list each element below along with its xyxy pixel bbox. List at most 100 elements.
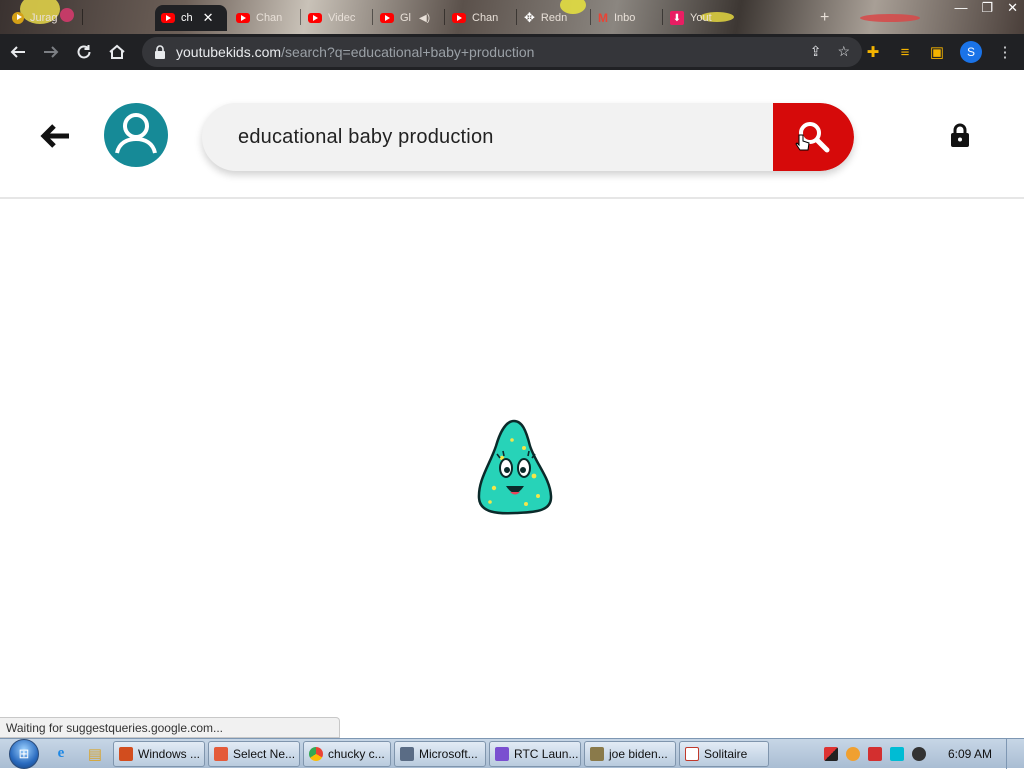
tab-label: Gl (400, 12, 411, 24)
show-desktop-button[interactable] (1006, 739, 1016, 769)
reload-icon[interactable] (69, 37, 99, 67)
tab-1[interactable]: ch ✕ (155, 5, 227, 31)
paint-icon (214, 746, 228, 761)
clock[interactable]: 6:09 AM (948, 747, 992, 761)
move-icon: ✥ (524, 10, 535, 25)
wallpaper-splat (860, 14, 920, 22)
parental-lock-icon[interactable] (950, 123, 970, 147)
tab-label: Yout (690, 12, 712, 24)
tab-separator (444, 9, 445, 25)
ytkids-header: educational baby production (0, 70, 1024, 199)
task-label: Windows ... (138, 746, 201, 761)
restore-icon[interactable]: ❐ (981, 0, 993, 16)
back-arrow-icon[interactable] (40, 120, 72, 152)
speaker-icon[interactable]: ◀) (419, 13, 430, 24)
rtc-launcher-icon (495, 746, 509, 761)
start-button[interactable]: ⊞ (6, 738, 42, 769)
tab-5[interactable]: Chan (446, 5, 514, 31)
profile-avatar[interactable]: S (960, 41, 982, 63)
tab-3[interactable]: Videc (302, 5, 370, 31)
address-bar[interactable]: youtubekids.com/search?q=educational+bab… (142, 37, 862, 67)
task-label: Select Ne... (233, 746, 296, 761)
bookmark-star-icon[interactable]: ☆ (837, 43, 850, 60)
chrome-icon (309, 746, 323, 761)
system-tray: 6:09 AM (823, 739, 1024, 769)
tab-separator (82, 9, 83, 25)
gmail-icon: M (598, 11, 608, 25)
taskbar-item[interactable]: Solitaire (679, 740, 769, 767)
taskbar-item[interactable]: Microsoft... (394, 740, 486, 767)
task-label: Solitaire (704, 746, 748, 761)
taskbar-item[interactable]: Select Ne... (208, 740, 300, 767)
tray-app-icon[interactable] (823, 747, 838, 761)
youtube-icon (308, 13, 322, 23)
tab-8[interactable]: ⬇ Yout (664, 5, 734, 31)
download-icon: ⬇ (670, 11, 684, 25)
media-player-icon (119, 746, 133, 761)
hand-cursor-icon (795, 134, 810, 151)
browser-toolbar: youtubekids.com/search?q=educational+bab… (0, 34, 1024, 70)
tab-6[interactable]: ✥ Redn (518, 5, 588, 31)
side-panel-icon[interactable]: ▣ (928, 43, 946, 61)
task-label: Microsoft... (419, 746, 478, 761)
tab-separator (590, 9, 591, 25)
tab-separator (516, 9, 517, 25)
task-label: chucky c... (328, 746, 385, 761)
tab-separator (662, 9, 663, 25)
forward-icon[interactable] (36, 37, 66, 67)
taskbar-item[interactable]: joe biden... (584, 740, 676, 767)
search-bar[interactable]: educational baby production (202, 103, 854, 171)
share-icon[interactable]: ⇪ (810, 43, 822, 60)
minimize-icon[interactable]: — (954, 0, 967, 16)
solitaire-icon (685, 746, 699, 761)
windows-taskbar: ⊞ e ▤ Windows ... Select Ne... chucky c.… (0, 738, 1024, 769)
tab-4[interactable]: Gl ◀) (374, 5, 442, 31)
network-icon[interactable] (889, 747, 904, 761)
tab-label: Chan (472, 12, 499, 24)
youtube-icon (380, 13, 394, 23)
task-label: RTC Laun... (514, 746, 579, 761)
internet-explorer-icon[interactable]: e (46, 740, 76, 768)
windows-logo-icon: ⊞ (9, 738, 39, 769)
browser-tab-strip: Jurag ch ✕ Chan Videc Gl ◀) Chan ✥ Redn … (0, 0, 1024, 34)
search-button[interactable] (773, 103, 854, 171)
back-icon[interactable] (3, 37, 33, 67)
youtube-icon (161, 13, 175, 23)
search-input[interactable]: educational baby production (238, 103, 494, 171)
task-label: joe biden... (609, 746, 668, 761)
new-tab-button[interactable]: + (814, 5, 844, 31)
volume-icon[interactable] (911, 747, 926, 761)
home-icon[interactable] (102, 37, 132, 67)
remote-desktop-icon (400, 746, 414, 761)
tab-label: Inbo (614, 12, 636, 24)
window-close-icon[interactable]: ✕ (1007, 0, 1018, 16)
menu-kebab-icon[interactable]: ⋮ (996, 43, 1014, 61)
chrome-profile-icon (12, 12, 24, 24)
downloader-icon (590, 746, 604, 761)
browser-status-bubble: Waiting for suggestqueries.google.com... (0, 717, 340, 738)
tray-search-icon[interactable] (845, 747, 860, 761)
extensions-puzzle-icon[interactable]: ✚ (864, 43, 882, 61)
close-icon[interactable]: ✕ (203, 10, 214, 26)
taskbar-item[interactable]: RTC Laun... (489, 740, 581, 767)
media-queue-icon[interactable]: ≡ (896, 44, 914, 61)
tab-separator (300, 9, 301, 25)
tab-label: Jurag (30, 12, 58, 24)
youtube-icon (236, 13, 250, 23)
youtube-icon (452, 13, 466, 23)
file-explorer-icon[interactable]: ▤ (80, 740, 110, 768)
tab-0[interactable]: Jurag (6, 5, 80, 31)
tab-7[interactable]: M Inbo (592, 5, 660, 31)
taskbar-item[interactable]: chucky c... (303, 740, 391, 767)
taskbar-item[interactable]: Windows ... (113, 740, 205, 767)
tab-2[interactable]: Chan (230, 5, 298, 31)
tab-separator (372, 9, 373, 25)
lock-icon (155, 45, 165, 59)
window-controls: — ❐ ✕ (954, 0, 1018, 16)
url-path: /search?q=educational+baby+production (281, 44, 535, 60)
flag-icon[interactable] (867, 747, 882, 761)
profile-avatar-icon[interactable] (104, 103, 168, 167)
tab-label: Redn (540, 12, 568, 24)
tab-label: Chan (256, 12, 283, 24)
url-host: youtubekids.com (176, 44, 282, 60)
